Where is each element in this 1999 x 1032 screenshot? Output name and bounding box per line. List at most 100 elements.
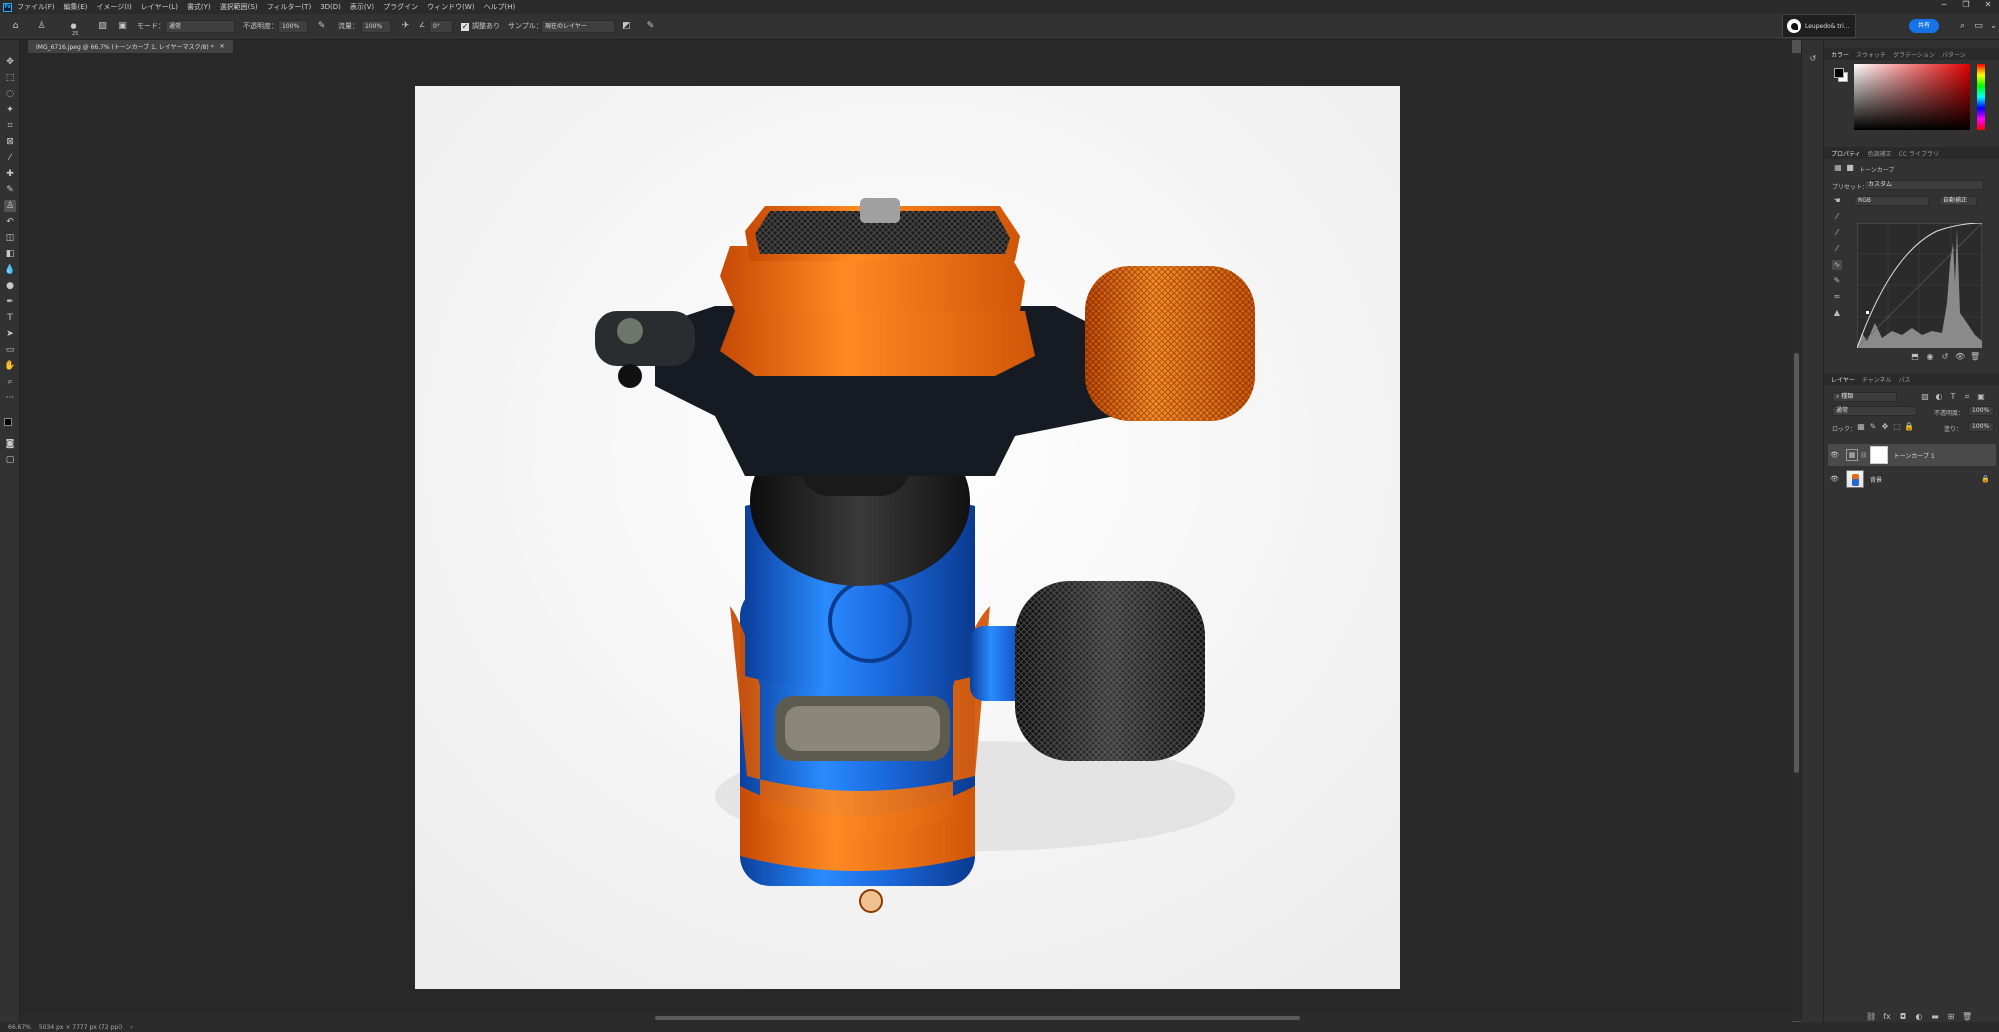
- menu-view[interactable]: 表示(V): [350, 2, 374, 12]
- search-icon[interactable]: ⌕: [1957, 21, 1968, 32]
- menu-select[interactable]: 選択範囲(S): [220, 2, 258, 12]
- blend-mode-select[interactable]: 通常: [1832, 406, 1917, 416]
- brush-settings-icon[interactable]: ▨: [97, 21, 108, 32]
- lock-transparent-icon[interactable]: ▦: [1856, 422, 1866, 432]
- document-tab[interactable]: IMG_6716.jpeg @ 66.7% (トーンカーブ 1, レイヤーマスク…: [28, 40, 233, 53]
- photoshop-logo-icon[interactable]: Ps: [3, 2, 12, 12]
- eraser-tool-icon[interactable]: ◫: [4, 232, 16, 244]
- angle-input[interactable]: 0°: [429, 20, 453, 33]
- tab-cc-libraries[interactable]: CC ライブラリ: [1899, 149, 1939, 158]
- filter-pixel-icon[interactable]: ▨: [1920, 392, 1930, 402]
- minimize-icon[interactable]: ─: [1933, 0, 1955, 12]
- hand-tool-icon[interactable]: ✋: [4, 360, 16, 372]
- link-layers-icon[interactable]: ⛓: [1866, 1012, 1876, 1022]
- maximize-icon[interactable]: ❐: [1955, 0, 1977, 12]
- eye-icon[interactable]: 👁: [1830, 451, 1840, 459]
- tab-color[interactable]: カラー: [1831, 50, 1849, 59]
- foreground-color-chip[interactable]: [1834, 68, 1844, 78]
- history-panel-icon[interactable]: ↺: [1808, 54, 1818, 64]
- layer-row[interactable]: 👁 ▦ ⛓ トーンカーブ 1: [1828, 444, 1996, 466]
- lasso-tool-icon[interactable]: ◌: [4, 88, 16, 100]
- color-picker-field[interactable]: [1854, 64, 1970, 130]
- history-brush-tool-icon[interactable]: ↶: [4, 216, 16, 228]
- filter-smart-object-icon[interactable]: ▣: [1976, 392, 1986, 402]
- tab-gradients[interactable]: グラデーション: [1893, 50, 1935, 59]
- notification-toast[interactable]: Leupedo& tri...: [1782, 14, 1856, 38]
- add-mask-icon[interactable]: ◘: [1898, 1012, 1908, 1022]
- lock-position-icon[interactable]: ✥: [1880, 422, 1890, 432]
- menu-help[interactable]: ヘルプ(H): [484, 2, 516, 12]
- opacity-input[interactable]: 100%: [278, 20, 308, 33]
- flow-input[interactable]: 100%: [361, 20, 391, 33]
- new-group-icon[interactable]: ▬: [1930, 1012, 1940, 1022]
- mask-icon[interactable]: ■: [1845, 163, 1855, 173]
- tab-paths[interactable]: パス: [1899, 375, 1911, 384]
- layer-name[interactable]: 背景: [1870, 475, 1882, 484]
- filter-shape-icon[interactable]: ⌗: [1962, 392, 1972, 402]
- menu-3d[interactable]: 3D(D): [320, 3, 341, 11]
- fill-input[interactable]: 100%: [1968, 422, 1994, 432]
- rectangle-tool-icon[interactable]: ▭: [4, 344, 16, 356]
- new-layer-icon[interactable]: ⊞: [1946, 1012, 1956, 1022]
- zoom-level[interactable]: 66.67%: [8, 1024, 31, 1031]
- menu-plugins[interactable]: プラグイン: [383, 2, 418, 12]
- status-arrow-icon[interactable]: ›: [130, 1024, 132, 1031]
- auto-button[interactable]: 自動補正: [1939, 196, 1977, 206]
- preset-select[interactable]: カスタム: [1864, 180, 1984, 190]
- share-button[interactable]: 共有: [1909, 19, 1939, 33]
- layer-mask-thumbnail[interactable]: [1869, 446, 1888, 464]
- menu-window[interactable]: ウィンドウ(W): [427, 2, 474, 12]
- document-canvas[interactable]: [415, 86, 1400, 989]
- black-point-eyedropper-icon[interactable]: ⁄: [1832, 212, 1842, 222]
- layer-row[interactable]: 👁 背景 🔒: [1828, 468, 1996, 490]
- gradient-tool-icon[interactable]: ◧: [4, 248, 16, 260]
- quick-select-tool-icon[interactable]: ✦: [4, 104, 16, 116]
- ignore-adjustment-icon[interactable]: ◩: [621, 21, 632, 32]
- tab-layers[interactable]: レイヤー: [1831, 375, 1855, 384]
- white-point-eyedropper-icon[interactable]: ⁄: [1832, 244, 1842, 254]
- layer-name[interactable]: トーンカーブ 1: [1894, 451, 1935, 460]
- pressure-size-icon[interactable]: ✎: [645, 21, 656, 32]
- clip-to-layer-icon[interactable]: ⬒: [1910, 352, 1920, 362]
- lock-icon[interactable]: 🔒: [1981, 475, 1990, 483]
- curve-pencil-icon[interactable]: ✎: [1832, 276, 1842, 286]
- vertical-scrollbar[interactable]: [1792, 53, 1801, 1021]
- crop-tool-icon[interactable]: ⌗: [4, 120, 16, 132]
- vertical-scroll-thumb[interactable]: [1794, 353, 1799, 773]
- mask-link-icon[interactable]: ⛓: [1860, 452, 1868, 459]
- new-adjustment-icon[interactable]: ◐: [1914, 1012, 1924, 1022]
- toggle-visibility-icon[interactable]: 👁: [1955, 352, 1965, 362]
- view-previous-icon[interactable]: ◉: [1925, 352, 1935, 362]
- path-select-tool-icon[interactable]: ➤: [4, 328, 16, 340]
- move-tool-icon[interactable]: ✥: [4, 56, 16, 68]
- clone-stamp-tool-icon[interactable]: ♙: [4, 200, 16, 212]
- home-icon[interactable]: ⌂: [10, 21, 21, 32]
- lock-all-icon[interactable]: 🔒: [1904, 422, 1914, 432]
- mode-select[interactable]: 通常: [165, 20, 235, 33]
- tab-adjustments[interactable]: 色調補正: [1868, 149, 1892, 158]
- healing-brush-tool-icon[interactable]: ✚: [4, 168, 16, 180]
- dodge-tool-icon[interactable]: ●: [4, 280, 16, 292]
- zoom-tool-icon[interactable]: ⌕: [4, 376, 16, 388]
- hue-slider[interactable]: [1977, 64, 1985, 130]
- layer-kind-filter[interactable]: ⌕ 種類: [1832, 392, 1897, 402]
- delete-adjustment-icon[interactable]: 🗑: [1970, 352, 1980, 362]
- airbrush-icon[interactable]: ✈: [400, 21, 411, 32]
- quick-mask-icon[interactable]: ◙: [4, 438, 16, 450]
- menu-filter[interactable]: フィルター(T): [267, 2, 312, 12]
- workspace-menu-icon[interactable]: ⌄: [1988, 21, 1999, 32]
- eye-icon[interactable]: 👁: [1830, 475, 1840, 483]
- tab-properties[interactable]: プロパティ: [1831, 149, 1861, 158]
- tab-channels[interactable]: チャンネル: [1862, 375, 1892, 384]
- type-tool-icon[interactable]: T: [4, 312, 16, 324]
- sample-select[interactable]: 現在のレイヤー: [541, 20, 615, 33]
- menu-edit[interactable]: 編集(E): [64, 2, 88, 12]
- blur-tool-icon[interactable]: 💧: [4, 264, 16, 276]
- marquee-tool-icon[interactable]: ⬚: [4, 72, 16, 84]
- layer-opacity-input[interactable]: 100%: [1968, 406, 1994, 416]
- screen-mode-icon[interactable]: ▢: [4, 454, 16, 466]
- brush-tool-icon[interactable]: ✎: [4, 184, 16, 196]
- clone-source-icon[interactable]: ▣: [117, 21, 128, 32]
- tab-swatches[interactable]: スウォッチ: [1856, 50, 1886, 59]
- delete-layer-icon[interactable]: 🗑: [1962, 1012, 1972, 1022]
